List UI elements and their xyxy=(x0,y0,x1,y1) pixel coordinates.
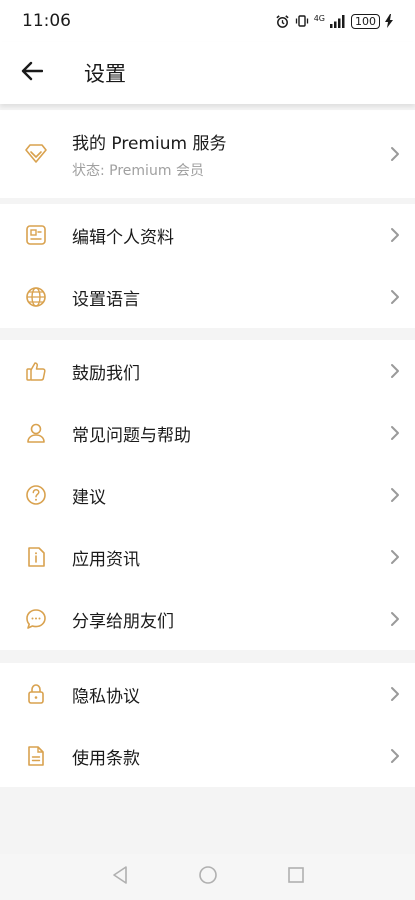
set-language-label: 设置语言 xyxy=(72,289,140,310)
account-group: 编辑个人资料 设置语言 xyxy=(0,204,415,328)
chevron-right-icon xyxy=(375,227,415,243)
share-friends-label: 分享给朋友们 xyxy=(72,611,174,632)
diamond-icon xyxy=(0,144,72,164)
person-icon xyxy=(0,422,72,444)
app-info-label: 应用资讯 xyxy=(72,549,140,570)
app-info-item[interactable]: 应用资讯 xyxy=(0,526,415,588)
edit-profile-item[interactable]: 编辑个人资料 xyxy=(0,204,415,266)
chat-bubble-icon xyxy=(0,608,72,630)
vibrate-icon xyxy=(295,14,309,28)
chevron-right-icon xyxy=(375,487,415,503)
premium-service-item[interactable]: 我的 Premium 服务 状态: Premium 会员 xyxy=(0,110,415,198)
premium-status: 状态: Premium 会员 xyxy=(72,162,204,179)
status-icons: 4G 100 xyxy=(275,13,393,29)
suggestion-label: 建议 xyxy=(72,487,106,508)
chevron-right-icon xyxy=(375,363,415,379)
faq-help-label: 常见问题与帮助 xyxy=(72,425,191,446)
premium-title: 我的 Premium 服务 xyxy=(72,133,227,154)
chevron-right-icon xyxy=(375,748,415,764)
chevron-right-icon xyxy=(375,425,415,441)
chevron-right-icon xyxy=(375,289,415,305)
nav-recents-button[interactable] xyxy=(284,865,308,889)
back-arrow-icon xyxy=(21,61,44,85)
share-friends-item[interactable]: 分享给朋友们 xyxy=(0,588,415,650)
status-time: 11:06 xyxy=(22,11,71,31)
question-icon xyxy=(0,484,72,506)
signal-icon xyxy=(330,14,346,28)
premium-text: 我的 Premium 服务 状态: Premium 会员 xyxy=(72,129,375,180)
profile-card-icon xyxy=(0,224,72,246)
square-recents-icon xyxy=(287,866,305,888)
chevron-right-icon xyxy=(375,146,415,162)
system-nav-bar xyxy=(0,854,415,900)
nav-home-button[interactable] xyxy=(196,865,220,889)
chevron-right-icon xyxy=(375,686,415,702)
alarm-icon xyxy=(275,14,290,29)
chevron-right-icon xyxy=(375,611,415,627)
terms-of-use-label: 使用条款 xyxy=(72,748,140,769)
lock-icon xyxy=(0,683,72,705)
premium-group: 我的 Premium 服务 状态: Premium 会员 xyxy=(0,110,415,198)
circle-home-icon xyxy=(198,865,218,889)
set-language-item[interactable]: 设置语言 xyxy=(0,266,415,328)
page-title: 设置 xyxy=(84,62,126,86)
encourage-us-label: 鼓励我们 xyxy=(72,363,140,384)
privacy-policy-label: 隐私协议 xyxy=(72,686,140,707)
charging-icon xyxy=(385,14,393,28)
suggestion-item[interactable]: 建议 xyxy=(0,464,415,526)
faq-help-item[interactable]: 常见问题与帮助 xyxy=(0,402,415,464)
back-button[interactable] xyxy=(0,42,64,104)
info-doc-icon xyxy=(0,546,72,568)
legal-group: 隐私协议 使用条款 xyxy=(0,663,415,787)
status-bar: 11:06 4G 100 xyxy=(0,0,415,42)
network-label: 4G xyxy=(313,13,325,23)
edit-profile-label: 编辑个人资料 xyxy=(72,227,174,248)
nav-back-button[interactable] xyxy=(108,865,132,889)
support-group: 鼓励我们 常见问题与帮助 建议 应用资讯 分享给朋友们 xyxy=(0,340,415,650)
battery-indicator: 100 xyxy=(351,13,380,29)
app-header: 设置 xyxy=(0,42,415,104)
globe-icon xyxy=(0,286,72,308)
triangle-back-icon xyxy=(111,865,129,889)
chevron-right-icon xyxy=(375,549,415,565)
encourage-us-item[interactable]: 鼓励我们 xyxy=(0,340,415,402)
thumbs-up-icon xyxy=(0,360,72,382)
terms-of-use-item[interactable]: 使用条款 xyxy=(0,725,415,787)
document-icon xyxy=(0,745,72,767)
privacy-policy-item[interactable]: 隐私协议 xyxy=(0,663,415,725)
